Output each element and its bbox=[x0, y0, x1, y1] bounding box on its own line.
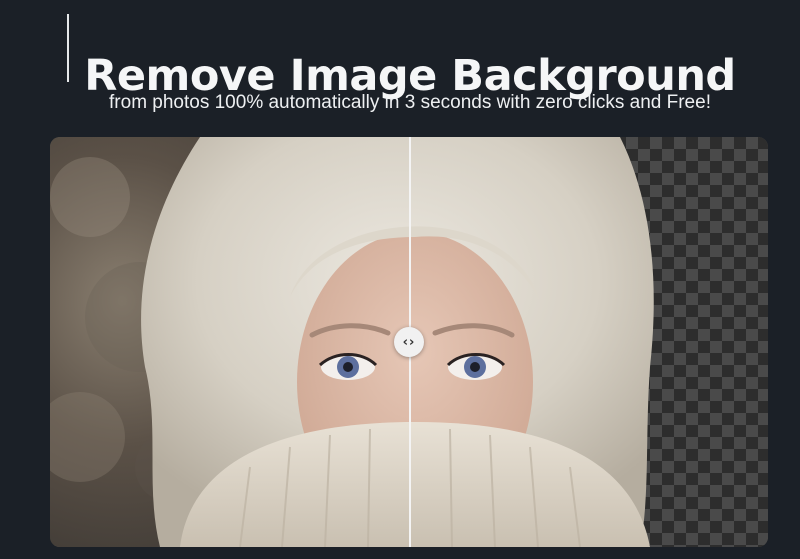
chevron-left-right-icon: ‹› bbox=[402, 334, 416, 350]
page-subtitle: from photos 100% automatically in 3 seco… bbox=[109, 92, 711, 113]
comparison-slider-handle[interactable]: ‹› bbox=[394, 327, 424, 357]
before-after-comparison[interactable]: ‹› bbox=[50, 137, 768, 547]
